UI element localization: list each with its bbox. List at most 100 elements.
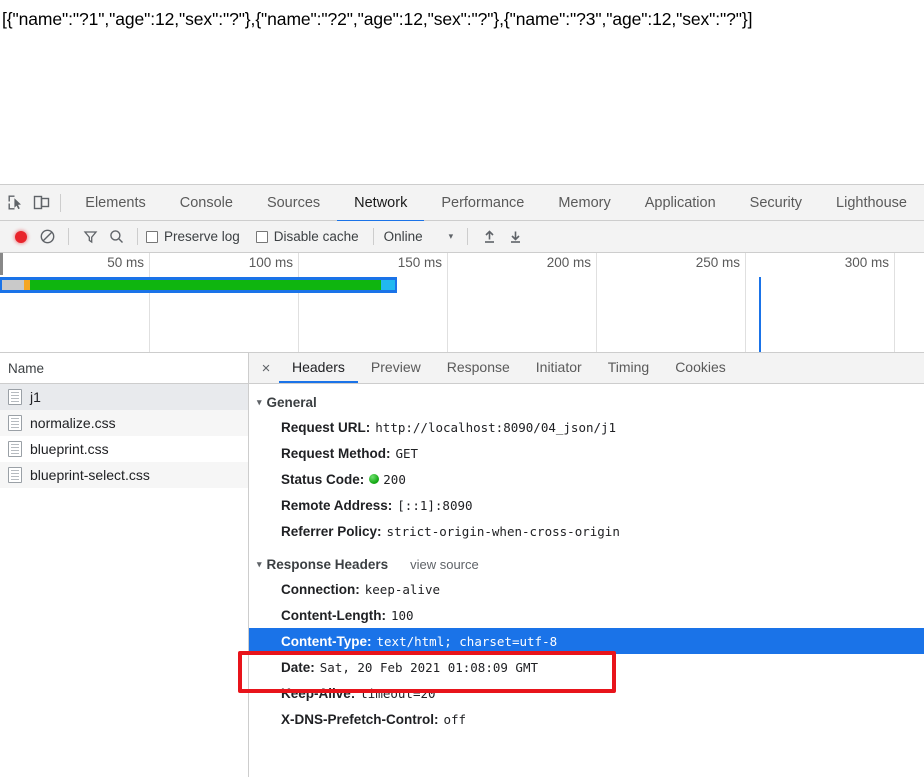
request-detail-pane: × Headers Preview Response Initiator Tim… [249, 353, 924, 777]
preserve-log-label: Preserve log [164, 229, 240, 244]
overview-tick-label: 50 ms [107, 255, 144, 270]
general-rows: Request URL: http://localhost:8090/04_jso… [249, 414, 924, 544]
devtools-tabs: Elements Console Sources Network Perform… [68, 185, 924, 222]
triangle-down-icon-general: ▾ [257, 396, 262, 407]
tab-memory[interactable]: Memory [541, 186, 627, 222]
header-value: [::1]:8090 [397, 497, 473, 513]
header-key: Content-Type: [281, 633, 372, 649]
tab-performance[interactable]: Performance [424, 186, 541, 222]
status-ok-icon [369, 474, 380, 484]
request-list-item[interactable]: normalize.css [0, 410, 248, 436]
header-key: Date: [281, 659, 315, 675]
header-value: Sat, 20 Feb 2021 01:08:09 GMT [319, 659, 539, 675]
overview-bar-segment-download [30, 280, 381, 290]
header-row[interactable]: X-DNS-Prefetch-Control: off [249, 706, 924, 732]
header-row-highlighted[interactable]: Content-Type: text/html; charset=utf-8 [249, 628, 924, 654]
overview-gridline [596, 253, 597, 352]
device-toolbar-icon[interactable] [32, 189, 52, 217]
document-icon [8, 415, 22, 431]
requests-list: j1 normalize.css blueprint.css blueprint-se… [0, 384, 248, 777]
document-icon [8, 467, 22, 483]
document-icon [8, 441, 22, 457]
requests-column-header[interactable]: Name [0, 353, 248, 384]
header-row[interactable]: Remote Address: [::1]:8090 [249, 492, 924, 518]
header-key: Request URL: [281, 419, 371, 435]
tab-preview[interactable]: Preview [358, 353, 434, 383]
header-row[interactable]: Content-Length: 100 [249, 602, 924, 628]
response-headers-section-header[interactable]: ▾ Response Headers view source [249, 552, 924, 576]
checkbox-box-disable-cache [255, 230, 268, 243]
export-har-icon[interactable] [502, 224, 528, 250]
header-key: Referrer Policy: [281, 523, 382, 539]
response-header-rows: Connection: keep-alive Content-Length: 100 C… [249, 576, 924, 732]
header-key: Keep-Alive: [281, 685, 356, 701]
preserve-log-checkbox[interactable]: Preserve log [146, 229, 240, 244]
header-value: timeout=20 [360, 685, 436, 701]
request-name: j1 [30, 389, 41, 405]
tab-console[interactable]: Console [163, 186, 250, 222]
header-row[interactable]: Request Method: GET [249, 440, 924, 466]
request-list-item[interactable]: j1 [0, 384, 248, 410]
tab-response[interactable]: Response [434, 353, 523, 383]
devtools-panel: Elements Console Sources Network Perform… [0, 184, 924, 777]
search-icon[interactable] [103, 224, 129, 250]
overview-tick-label: 300 ms [844, 255, 889, 270]
filter-icon[interactable] [77, 224, 103, 250]
disable-cache-checkbox[interactable]: Disable cache [255, 229, 359, 244]
header-value: text/html; charset=utf-8 [376, 633, 558, 649]
header-value: GET [395, 445, 419, 461]
json-response-text: [{"name":"?1","age":12,"sex":"?"},{"name… [2, 9, 753, 29]
overview-gridline [149, 253, 150, 352]
header-row[interactable]: Keep-Alive: timeout=20 [249, 680, 924, 706]
header-row[interactable]: Status Code: 200 [249, 466, 924, 492]
network-overview[interactable]: 50 ms 100 ms 150 ms 200 ms 250 ms 300 ms [0, 253, 924, 353]
view-source-link[interactable]: view source [410, 557, 479, 572]
clear-button[interactable] [34, 224, 60, 250]
import-har-icon[interactable] [476, 224, 502, 250]
overview-tick-label: 100 ms [248, 255, 293, 270]
network-toolbar: Preserve log Disable cache Online ▾ [0, 221, 924, 253]
header-value: off [443, 711, 467, 727]
general-section-header[interactable]: ▾ General [249, 390, 924, 414]
tab-cookies[interactable]: Cookies [662, 353, 739, 383]
header-value: http://localhost:8090/04_json/j1 [375, 419, 617, 435]
overview-bar-segment-stalled [2, 280, 24, 290]
general-section-title: General [266, 394, 317, 410]
toolbar-divider [59, 193, 61, 212]
record-icon [15, 230, 27, 243]
checkbox-box-preserve-log [146, 230, 158, 243]
request-list-item[interactable]: blueprint.css [0, 436, 248, 462]
tab-security[interactable]: Security [733, 186, 819, 222]
header-row[interactable]: Connection: keep-alive [249, 576, 924, 602]
overview-request-bar [0, 277, 924, 293]
tab-sources[interactable]: Sources [250, 186, 337, 222]
request-list-item[interactable]: blueprint-select.css [0, 462, 248, 488]
header-value: 100 [390, 607, 414, 623]
request-name: blueprint-select.css [30, 467, 150, 483]
overview-event-line [759, 277, 761, 352]
request-name: blueprint.css [30, 441, 109, 457]
header-row[interactable]: Date: Sat, 20 Feb 2021 01:08:09 GMT [249, 654, 924, 680]
close-icon[interactable]: × [253, 353, 279, 383]
tab-lighthouse[interactable]: Lighthouse [819, 186, 924, 222]
tab-application[interactable]: Application [628, 186, 733, 222]
tab-network[interactable]: Network [337, 186, 425, 222]
overview-gridline [447, 253, 448, 352]
overview-bar-segment-finish [381, 280, 395, 290]
header-key: Remote Address: [281, 497, 393, 513]
tab-initiator[interactable]: Initiator [523, 353, 595, 383]
header-key: X-DNS-Prefetch-Control: [281, 711, 439, 727]
record-button[interactable] [8, 224, 34, 250]
header-value: strict-origin-when-cross-origin [386, 523, 620, 539]
tab-elements[interactable]: Elements [68, 186, 162, 222]
overview-gridline [745, 253, 746, 352]
inspect-element-icon[interactable] [6, 189, 26, 217]
header-row[interactable]: Referrer Policy: strict-origin-when-cross… [249, 518, 924, 544]
throttling-select[interactable]: Online ▾ [384, 229, 454, 244]
overview-tick-label: 250 ms [695, 255, 740, 270]
header-row[interactable]: Request URL: http://localhost:8090/04_jso… [249, 414, 924, 440]
tab-timing[interactable]: Timing [595, 353, 663, 383]
tab-headers[interactable]: Headers [279, 353, 358, 383]
overview-tick-label: 200 ms [546, 255, 591, 270]
headers-body: ▾ General Request URL: http://localhost:8… [249, 384, 924, 777]
